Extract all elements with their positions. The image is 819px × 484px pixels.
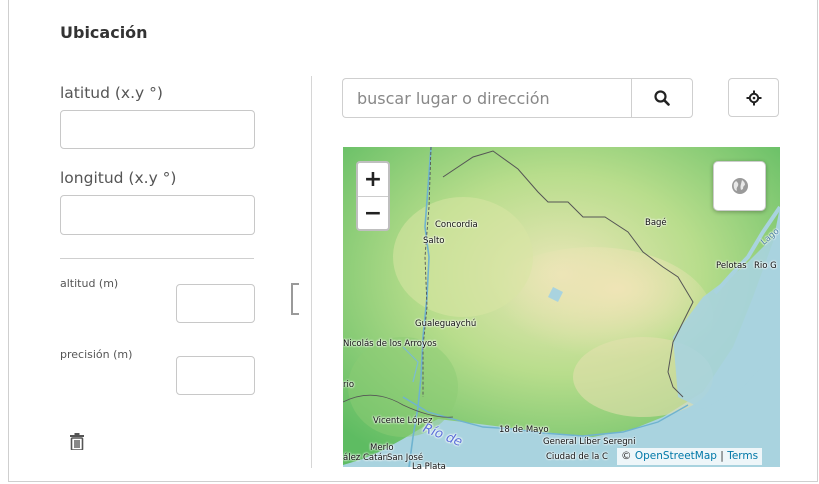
latitude-label: latitud (x.y °) [60, 84, 163, 102]
place-concordia: Concordia [435, 220, 478, 230]
place-general-seregni: General Líber Seregni [543, 437, 636, 447]
search-button[interactable] [631, 78, 693, 118]
attribution-copyright: © [621, 450, 632, 462]
place-merlo: Merlo [370, 443, 394, 453]
place-bage: Bagé [645, 218, 667, 228]
layers-button[interactable] [713, 161, 766, 211]
resize-handle[interactable] [291, 283, 299, 315]
longitude-label: longitud (x.y °) [60, 169, 177, 187]
search-icon [654, 90, 670, 106]
place-gualeguaychu: Gualeguaychú [415, 319, 477, 329]
terms-link[interactable]: Terms [727, 450, 758, 462]
altitude-input[interactable] [176, 284, 255, 323]
map-attribution: © OpenStreetMap | Terms [617, 448, 763, 465]
zoom-control: + − [356, 161, 390, 231]
locate-button[interactable] [728, 78, 779, 117]
search-input[interactable] [342, 78, 632, 118]
zoom-out-button[interactable]: − [358, 197, 388, 230]
place-rio-grande: Rio G [754, 261, 777, 271]
precision-input[interactable] [176, 356, 255, 395]
place-san-nicolas: Nicolás de los Arroyos [343, 339, 437, 349]
latitude-input[interactable] [60, 110, 255, 149]
place-salto: Salto [423, 236, 445, 246]
place-la-plata: La Plata [412, 462, 446, 472]
crosshair-icon [746, 90, 761, 105]
place-pelotas: Pelotas [716, 261, 747, 271]
place-rosario: rio [343, 380, 355, 390]
divider [60, 258, 254, 259]
attribution-separator: | [720, 450, 724, 462]
place-ciudad-de-la-costa: Ciudad de la C [546, 452, 608, 462]
precision-label: precisión (m) [60, 348, 133, 361]
openstreetmap-link[interactable]: OpenStreetMap [635, 450, 717, 462]
section-title: Ubicación [60, 23, 148, 42]
column-divider [311, 76, 312, 468]
trash-icon[interactable] [69, 433, 85, 454]
place-lez-catan: ález Catán [343, 453, 389, 463]
place-18-de-mayo: 18 de Mayo [499, 425, 549, 435]
zoom-in-button[interactable]: + [358, 163, 388, 196]
globe-icon [731, 178, 748, 194]
longitude-input[interactable] [60, 195, 255, 235]
altitude-label: altitud (m) [60, 277, 119, 290]
